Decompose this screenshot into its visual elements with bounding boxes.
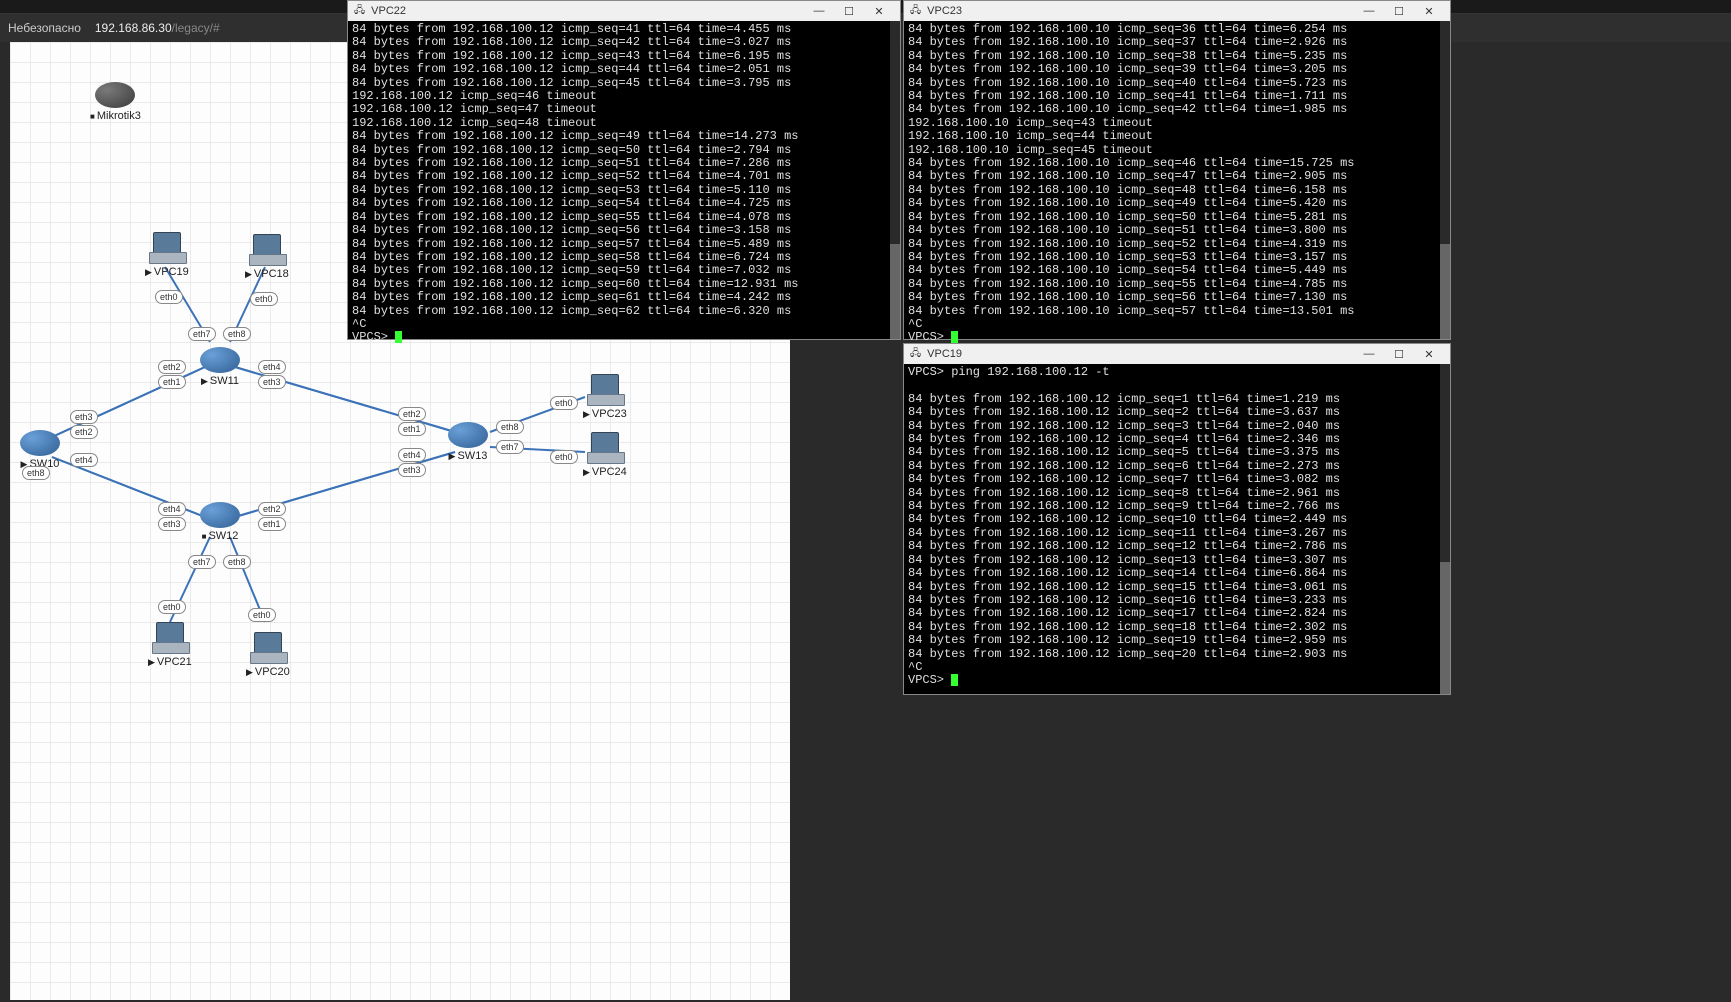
node-label: SW12 (208, 530, 238, 542)
port-label: eth4 (158, 502, 186, 516)
node-vpc24[interactable]: ▶VPC24 (583, 432, 627, 478)
close-button[interactable]: ✕ (1414, 5, 1444, 18)
node-label: VPC21 (157, 656, 192, 668)
node-vpc19[interactable]: ▶VPC19 (145, 232, 189, 278)
node-label: Mikrotik3 (97, 110, 141, 122)
terminal-output[interactable]: 84 bytes from 192.168.100.12 icmp_seq=41… (348, 21, 900, 347)
pc-icon (587, 374, 623, 406)
scrollbar[interactable] (890, 21, 900, 339)
maximize-button[interactable]: ☐ (834, 5, 864, 18)
port-label: eth4 (70, 453, 98, 467)
port-label: eth3 (398, 463, 426, 477)
port-label: eth1 (158, 375, 186, 389)
switch-icon (200, 502, 240, 528)
port-label: eth0 (155, 290, 183, 304)
node-sw12[interactable]: ■SW12 (200, 502, 240, 542)
node-sw13[interactable]: ▶SW13 (448, 422, 488, 462)
minimize-button[interactable]: — (1354, 5, 1384, 17)
port-label: eth4 (398, 448, 426, 462)
node-sw10[interactable]: ▶SW10 (20, 430, 60, 470)
terminal-output[interactable]: VPCS> ping 192.168.100.12 -t 84 bytes fr… (904, 364, 1450, 690)
port-label: eth2 (70, 425, 98, 439)
port-label: eth3 (70, 410, 98, 424)
switch-icon (20, 430, 60, 456)
port-label: eth8 (223, 555, 251, 569)
port-label: eth1 (398, 422, 426, 436)
port-label: eth3 (258, 375, 286, 389)
scrollbar[interactable] (1440, 364, 1450, 694)
port-label: eth7 (496, 440, 524, 454)
port-label: eth2 (398, 407, 426, 421)
node-vpc21[interactable]: ▶VPC21 (148, 622, 192, 668)
port-label: eth2 (158, 360, 186, 374)
url-host: 192.168.86.30 (95, 21, 172, 35)
maximize-button[interactable]: ☐ (1384, 348, 1414, 361)
port-label: eth2 (258, 502, 286, 516)
node-label: SW13 (457, 450, 487, 462)
node-vpc18[interactable]: ▶VPC18 (245, 234, 289, 280)
router-icon (95, 82, 135, 108)
node-label: VPC18 (254, 268, 289, 280)
terminal-titlebar[interactable]: 🖧 VPC23 — ☐ ✕ (904, 1, 1450, 21)
terminal-icon: 🖧 (354, 3, 365, 20)
maximize-button[interactable]: ☐ (1384, 5, 1414, 18)
minimize-button[interactable]: — (1354, 348, 1384, 360)
terminal-icon: 🖧 (910, 346, 921, 363)
node-label: VPC23 (592, 408, 627, 420)
port-label: eth8 (223, 327, 251, 341)
port-label: eth8 (496, 420, 524, 434)
port-label: eth8 (22, 466, 50, 480)
pc-icon (587, 432, 623, 464)
port-label: eth0 (248, 608, 276, 622)
switch-icon (448, 422, 488, 448)
terminal-vpc19[interactable]: 🖧 VPC19 — ☐ ✕ VPCS> ping 192.168.100.12 … (903, 343, 1451, 695)
port-label: eth0 (550, 450, 578, 464)
minimize-button[interactable]: — (804, 5, 834, 17)
port-label: eth0 (250, 292, 278, 306)
terminal-title: VPC23 (927, 5, 962, 17)
node-mikrotik3[interactable]: ■Mikrotik3 (90, 82, 141, 122)
port-label: eth0 (550, 396, 578, 410)
pc-icon (250, 632, 286, 664)
terminal-titlebar[interactable]: 🖧 VPC22 — ☐ ✕ (348, 1, 900, 21)
port-label: eth1 (258, 517, 286, 531)
node-vpc23[interactable]: ▶VPC23 (583, 374, 627, 420)
port-label: eth4 (258, 360, 286, 374)
pc-icon (149, 232, 185, 264)
node-label: SW11 (210, 375, 239, 387)
port-label: eth3 (158, 517, 186, 531)
close-button[interactable]: ✕ (1414, 348, 1444, 361)
node-vpc20[interactable]: ▶VPC20 (246, 632, 290, 678)
url-path: /legacy/# (172, 21, 220, 35)
terminal-title: VPC19 (927, 348, 962, 360)
terminal-vpc23[interactable]: 🖧 VPC23 — ☐ ✕ 84 bytes from 192.168.100.… (903, 0, 1451, 340)
terminal-titlebar[interactable]: 🖧 VPC19 — ☐ ✕ (904, 344, 1450, 364)
terminal-vpc22[interactable]: 🖧 VPC22 — ☐ ✕ 84 bytes from 192.168.100.… (347, 0, 901, 340)
switch-icon (200, 347, 240, 373)
terminal-output[interactable]: 84 bytes from 192.168.100.10 icmp_seq=36… (904, 21, 1450, 347)
node-label: VPC19 (154, 266, 189, 278)
terminal-title: VPC22 (371, 5, 406, 17)
node-label: VPC20 (255, 666, 290, 678)
scrollbar[interactable] (1440, 21, 1450, 339)
terminal-icon: 🖧 (910, 3, 921, 20)
close-button[interactable]: ✕ (864, 5, 894, 18)
node-sw11[interactable]: ▶SW11 (200, 347, 240, 387)
port-label: eth0 (158, 600, 186, 614)
node-label: VPC24 (592, 466, 627, 478)
port-label: eth7 (188, 555, 216, 569)
security-label: Небезопасно (8, 21, 81, 35)
pc-icon (152, 622, 188, 654)
pc-icon (249, 234, 285, 266)
port-label: eth7 (188, 327, 216, 341)
